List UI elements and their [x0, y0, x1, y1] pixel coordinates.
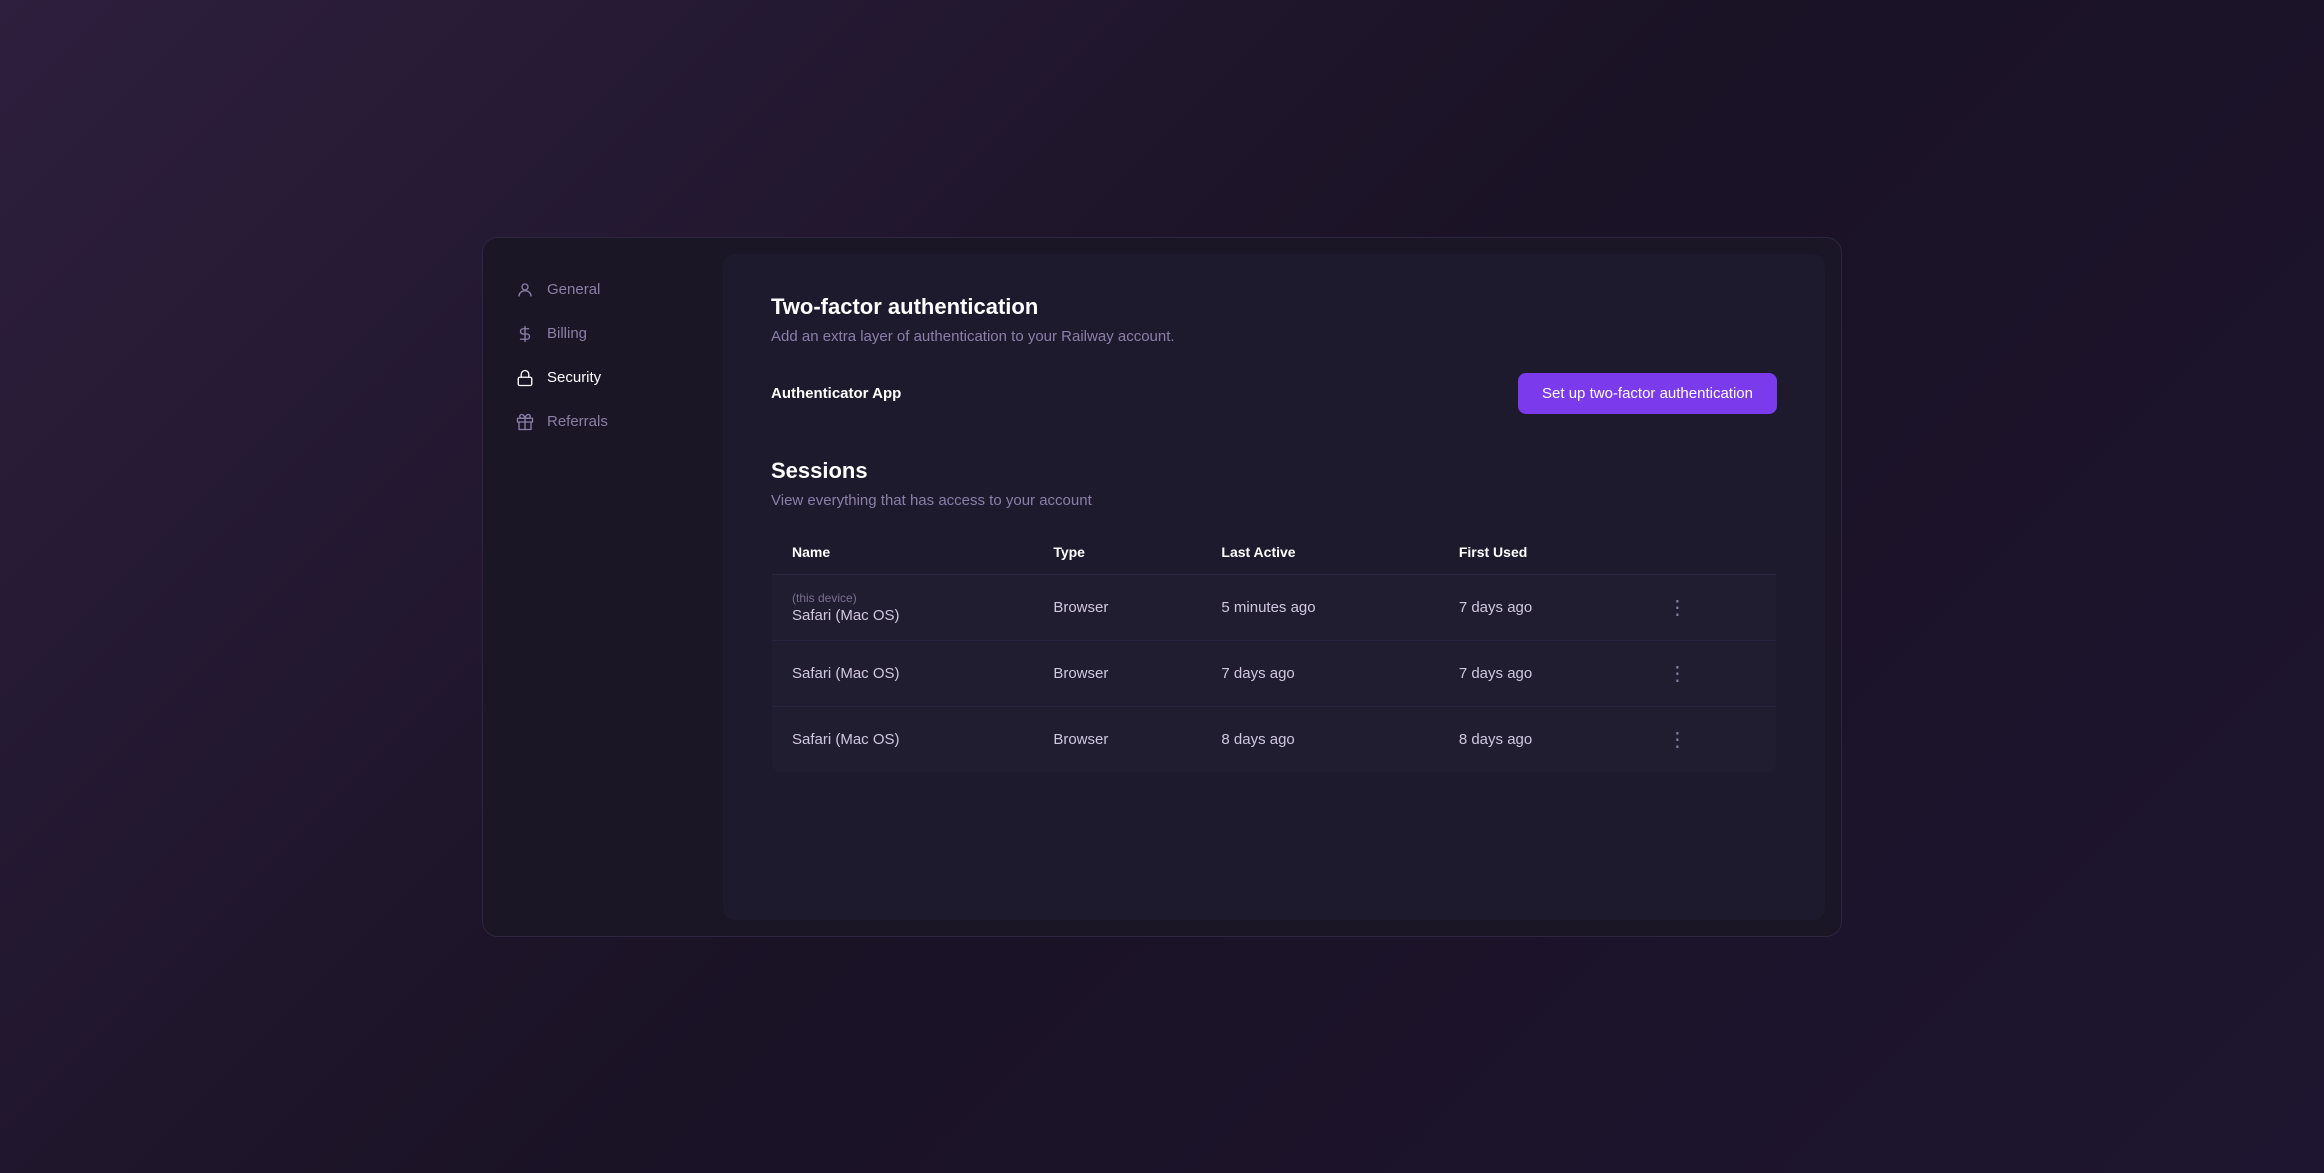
- session-last-active-cell: 8 days ago: [1201, 706, 1438, 772]
- col-name: Name: [772, 529, 1034, 574]
- device-name: Safari (Mac OS): [792, 607, 900, 624]
- auth-app-row: Authenticator App Set up two-factor auth…: [771, 369, 1777, 418]
- session-name-cell: (this device) Safari (Mac OS): [772, 574, 1034, 640]
- col-type: Type: [1033, 529, 1201, 574]
- sessions-section: Sessions View everything that has access…: [771, 458, 1777, 773]
- table-row: (this device) Safari (Mac OS) Browser5 min…: [772, 574, 1777, 640]
- session-first-used-cell: 7 days ago: [1439, 640, 1640, 706]
- gift-icon: [515, 412, 535, 432]
- col-last-active: Last Active: [1201, 529, 1438, 574]
- person-icon: [515, 280, 535, 300]
- setup-2fa-button[interactable]: Set up two-factor authentication: [1518, 373, 1777, 414]
- col-actions: [1639, 529, 1776, 574]
- two-factor-section: Two-factor authentication Add an extra l…: [771, 294, 1777, 418]
- session-more-button[interactable]: ⋮: [1659, 723, 1696, 756]
- table-row: Safari (Mac OS)Browser7 days ago7 days a…: [772, 640, 1777, 706]
- sessions-title: Sessions: [771, 458, 1777, 484]
- sidebar-item-billing[interactable]: Billing: [499, 314, 707, 354]
- device-tag: (this device): [792, 591, 1013, 605]
- sidebar-item-label: Billing: [547, 325, 587, 342]
- two-factor-description: Add an extra layer of authentication to …: [771, 328, 1777, 345]
- session-name-cell: Safari (Mac OS): [772, 706, 1034, 772]
- session-type-cell: Browser: [1033, 640, 1201, 706]
- main-content: Two-factor authentication Add an extra l…: [723, 254, 1825, 920]
- session-actions-cell: ⋮: [1639, 640, 1776, 706]
- sessions-table: Name Type Last Active First Used (this d…: [771, 529, 1777, 773]
- sidebar: General Billing Security Referrals: [483, 238, 723, 936]
- session-type-cell: Browser: [1033, 574, 1201, 640]
- sidebar-item-label: Referrals: [547, 413, 608, 430]
- sidebar-item-label: Security: [547, 369, 601, 386]
- dollar-icon: [515, 324, 535, 344]
- two-factor-title: Two-factor authentication: [771, 294, 1777, 320]
- lock-icon: [515, 368, 535, 388]
- session-name-cell: Safari (Mac OS): [772, 640, 1034, 706]
- session-last-active-cell: 5 minutes ago: [1201, 574, 1438, 640]
- table-row: Safari (Mac OS)Browser8 days ago8 days a…: [772, 706, 1777, 772]
- sidebar-item-general[interactable]: General: [499, 270, 707, 310]
- session-last-active-cell: 7 days ago: [1201, 640, 1438, 706]
- device-name: Safari (Mac OS): [792, 665, 900, 682]
- device-name: Safari (Mac OS): [792, 731, 900, 748]
- session-type-cell: Browser: [1033, 706, 1201, 772]
- session-first-used-cell: 8 days ago: [1439, 706, 1640, 772]
- col-first-used: First Used: [1439, 529, 1640, 574]
- auth-app-label: Authenticator App: [771, 385, 901, 402]
- sidebar-item-security[interactable]: Security: [499, 358, 707, 398]
- sidebar-item-label: General: [547, 281, 600, 298]
- session-first-used-cell: 7 days ago: [1439, 574, 1640, 640]
- session-actions-cell: ⋮: [1639, 706, 1776, 772]
- sessions-description: View everything that has access to your …: [771, 492, 1777, 509]
- session-actions-cell: ⋮: [1639, 574, 1776, 640]
- app-container: General Billing Security Referrals Two-f…: [482, 237, 1842, 937]
- sidebar-item-referrals[interactable]: Referrals: [499, 402, 707, 442]
- session-more-button[interactable]: ⋮: [1659, 657, 1696, 690]
- session-more-button[interactable]: ⋮: [1659, 591, 1696, 624]
